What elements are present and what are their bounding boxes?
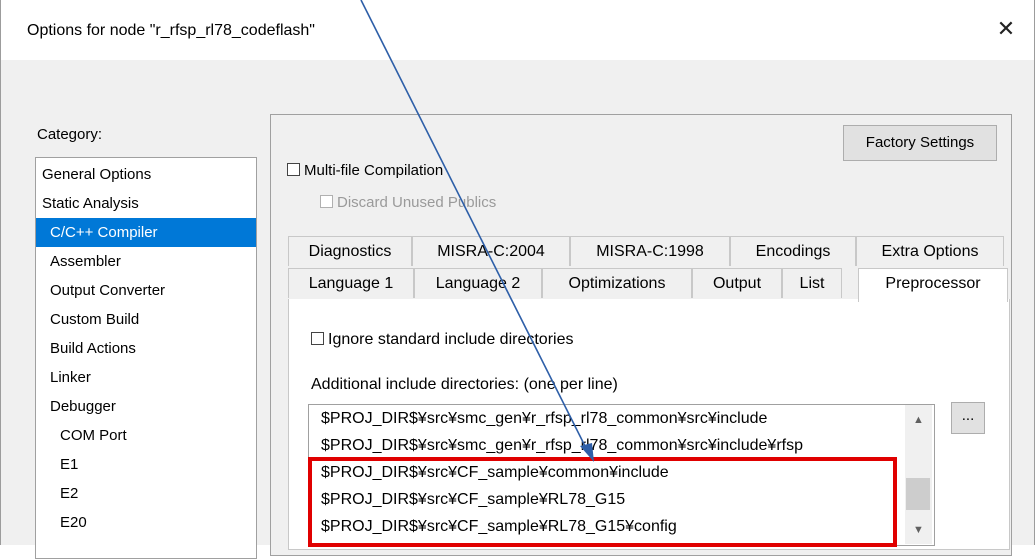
options-dialog: Options for node "r_rfsp_rl78_codeflash"… bbox=[0, 0, 1035, 559]
annotation-arrow bbox=[360, 0, 594, 462]
